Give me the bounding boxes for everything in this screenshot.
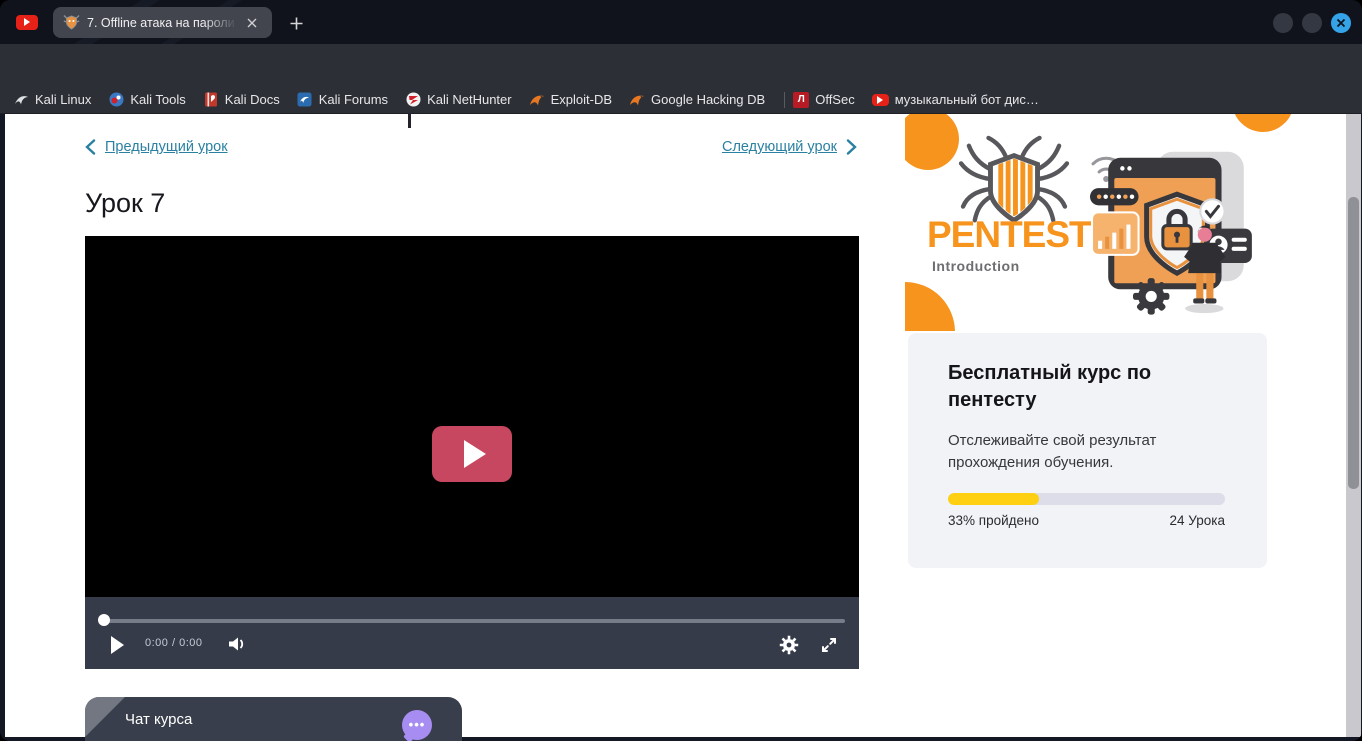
browser-window: 7. Offline атака на пароли <box>0 0 1362 741</box>
security-illustration <box>1090 120 1262 320</box>
previous-lesson-link[interactable]: Предыдущий урок <box>85 139 228 155</box>
settings-button[interactable] <box>777 633 801 657</box>
chat-bubble-icon[interactable]: ••• <box>402 710 432 740</box>
orange-circle-decoration <box>905 114 959 170</box>
time-display: 0:00 / 0:00 <box>145 637 203 649</box>
lesson-title: Урок 7 <box>85 188 165 219</box>
next-lesson-label: Следующий урок <box>722 139 837 155</box>
video-area[interactable] <box>85 236 859 597</box>
time-separator: / <box>172 637 176 649</box>
pinned-tab-youtube[interactable] <box>8 8 46 36</box>
play-icon <box>110 636 125 654</box>
bookmark-kali-nethunter[interactable]: Kali NetHunter <box>405 92 512 108</box>
previous-lesson-label: Предыдущий урок <box>105 139 228 155</box>
tab-close-button[interactable] <box>243 14 261 32</box>
chat-corner-decoration <box>85 697 125 737</box>
play-button[interactable] <box>107 633 127 657</box>
big-play-button[interactable] <box>432 426 512 482</box>
clipped-heading-fragment <box>408 113 411 128</box>
bookmark-music-bot[interactable]: музыкальный бот дис… <box>872 92 1039 107</box>
chat-title: Чат курса <box>125 711 192 728</box>
bookmark-exploit-db[interactable]: Exploit-DB <box>529 92 612 108</box>
course-banner: PENTEST Introduction <box>905 114 1305 331</box>
fullscreen-button[interactable] <box>817 633 841 657</box>
plus-icon <box>290 17 303 30</box>
kali-nethunter-icon <box>405 92 421 108</box>
exploit-db-bird-icon <box>529 92 545 108</box>
video-player: 0:00 / 0:00 <box>85 236 859 669</box>
bookmark-offsec[interactable]: Л OffSec <box>793 92 855 108</box>
progress-percent-label: 33% пройдено <box>948 513 1039 528</box>
kali-forums-icon <box>297 92 313 108</box>
codeby-owl-icon <box>63 14 80 31</box>
tab-title-fade <box>203 14 237 32</box>
active-tab[interactable]: 7. Offline атака на пароли <box>53 7 272 38</box>
bookmarks-separator <box>784 92 785 108</box>
course-chat-widget[interactable]: Чат курса ••• <box>85 697 462 741</box>
seek-handle[interactable] <box>98 614 110 626</box>
kali-docs-icon <box>203 92 219 108</box>
tab-bar: 7. Offline атака на пароли <box>0 0 1362 44</box>
bookmark-kali-tools[interactable]: Kali Tools <box>108 92 185 108</box>
time-total: 0:00 <box>179 637 202 649</box>
minimize-button[interactable] <box>1273 13 1293 33</box>
maximize-button[interactable] <box>1302 13 1322 33</box>
close-icon <box>1336 18 1346 28</box>
close-icon <box>247 18 257 28</box>
page-scrollbar-thumb[interactable] <box>1348 197 1359 489</box>
course-progress-fill <box>948 493 1039 505</box>
kali-dragon-icon <box>13 92 29 108</box>
seek-bar[interactable] <box>99 619 845 623</box>
navigation-toolbar: https://codeby.school/training/view/urok… <box>0 44 1362 86</box>
youtube-icon <box>872 94 889 106</box>
time-current: 0:00 <box>145 637 168 649</box>
gear-icon <box>779 635 799 655</box>
bookmark-google-hacking-db[interactable]: Google Hacking DB <box>629 92 765 108</box>
course-progress-bar <box>948 493 1225 505</box>
course-card-title: Бесплатный курс по пентесту <box>948 360 1213 414</box>
course-progress-card: Бесплатный курс по пентесту Отслеживайте… <box>908 333 1267 568</box>
volume-icon <box>227 635 247 653</box>
gear-icon <box>1133 278 1169 314</box>
bookmark-kali-docs[interactable]: Kali Docs <box>203 92 280 108</box>
course-progress-labels: 33% пройдено 24 Урока <box>948 513 1225 528</box>
chevron-left-icon <box>85 139 96 155</box>
new-tab-button[interactable] <box>284 11 308 35</box>
chevron-right-icon <box>846 139 857 155</box>
next-lesson-link[interactable]: Следующий урок <box>722 139 857 155</box>
bookmark-kali-forums[interactable]: Kali Forums <box>297 92 388 108</box>
lessons-count-label: 24 Урока <box>1170 513 1225 528</box>
banner-subtitle: Introduction <box>932 258 1020 274</box>
bookmarks-bar: Kali Linux Kali Tools Kali Docs Kali For… <box>0 86 1362 114</box>
fullscreen-icon <box>820 636 838 654</box>
close-button[interactable] <box>1331 13 1351 33</box>
google-hacking-db-bird-icon <box>629 92 645 108</box>
banner-brand: PENTEST <box>927 214 1091 256</box>
player-controls: 0:00 / 0:00 <box>85 597 859 669</box>
bookmark-kali-linux[interactable]: Kali Linux <box>13 92 91 108</box>
orange-circle-decoration <box>905 282 955 331</box>
kali-tools-icon <box>108 92 124 108</box>
course-card-description: Отслеживайте свой результат прохождения … <box>948 430 1193 474</box>
offsec-icon: Л <box>793 92 809 108</box>
youtube-icon <box>16 15 38 30</box>
volume-button[interactable] <box>225 634 249 654</box>
